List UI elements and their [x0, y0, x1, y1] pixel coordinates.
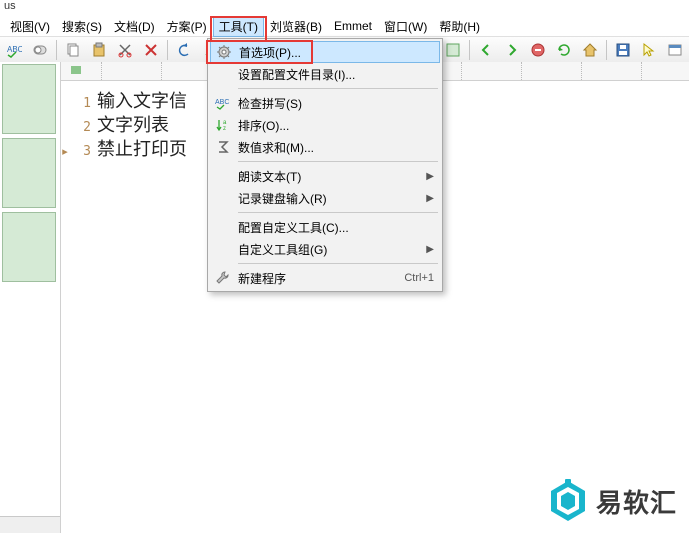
menu-window[interactable]: 窗口(W) — [378, 16, 433, 37]
toolbar-separator — [606, 40, 607, 60]
menu-item-toolgroups[interactable]: 自定义工具组(G) ▶ — [210, 238, 440, 260]
watermark-logo-icon — [548, 479, 588, 523]
prev-button[interactable] — [474, 38, 498, 62]
svg-text:ABC: ABC — [215, 99, 229, 106]
menu-label: 首选项(P)... — [235, 44, 433, 61]
menu-bar: 视图(V) 搜索(S) 文档(D) 方案(P) 工具(T) 刘览器(B) Emm… — [0, 16, 689, 37]
title-text: us — [4, 0, 16, 12]
sigma-icon — [212, 138, 234, 156]
delete-button[interactable] — [139, 38, 163, 62]
save-button[interactable] — [611, 38, 635, 62]
line-number: 1 — [69, 96, 97, 111]
menu-separator — [238, 88, 438, 89]
menu-emmet[interactable]: Emmet — [328, 17, 378, 35]
menu-item-new-program[interactable]: 新建程序 Ctrl+1 — [210, 267, 440, 289]
copy-button[interactable] — [61, 38, 85, 62]
menu-separator — [238, 212, 438, 213]
menu-scheme[interactable]: 方案(P) — [161, 16, 213, 37]
submenu-arrow-icon: ▶ — [426, 244, 434, 255]
menu-tools[interactable]: 工具(T) — [213, 16, 264, 37]
stop-button[interactable] — [526, 38, 550, 62]
watermark: 易软汇 — [548, 479, 677, 523]
toolbar-separator — [469, 40, 470, 60]
tools-dropdown: 首选项(P)... 设置配置文件目录(I)... ABC 检查拼写(S) az … — [207, 38, 443, 292]
thumbnail-panel — [0, 62, 61, 533]
page-thumbnail[interactable] — [2, 212, 56, 282]
svg-text:z: z — [223, 126, 226, 132]
menu-label: 记录键盘输入(R) — [234, 190, 426, 207]
menu-separator — [238, 161, 438, 162]
line-number: 3 — [69, 144, 97, 159]
cut-button[interactable] — [113, 38, 137, 62]
sort-icon: az — [212, 116, 234, 134]
menu-shortcut: Ctrl+1 — [398, 272, 434, 284]
menu-label: 数值求和(M)... — [234, 139, 434, 156]
menu-label: 配置自定义工具(C)... — [234, 219, 434, 236]
submenu-arrow-icon: ▶ — [426, 171, 434, 182]
menu-label: 朗读文本(T) — [234, 168, 426, 185]
menu-label: 自定义工具组(G) — [234, 241, 426, 258]
menu-item-config-dir[interactable]: 设置配置文件目录(I)... — [210, 63, 440, 85]
toolbar-separator — [167, 40, 168, 60]
page-thumbnail[interactable] — [2, 64, 56, 134]
undo-button[interactable] — [172, 38, 196, 62]
menu-item-read-aloud[interactable]: 朗读文本(T) ▶ — [210, 165, 440, 187]
abc-check-icon: ABC — [212, 94, 234, 112]
gear-icon — [213, 43, 235, 61]
thumbnail-scrollbar[interactable] — [0, 516, 60, 533]
menu-doc[interactable]: 文档(D) — [108, 16, 161, 37]
thumbnail-strip — [0, 62, 60, 516]
refresh-button[interactable] — [552, 38, 576, 62]
menu-label: 排序(O)... — [234, 117, 434, 134]
menu-label: 设置配置文件目录(I)... — [234, 66, 434, 83]
watermark-text: 易软汇 — [596, 483, 677, 520]
line-text: 文字列表 — [97, 111, 169, 137]
tool-b-button[interactable] — [441, 38, 465, 62]
menu-item-configure-tools[interactable]: 配置自定义工具(C)... — [210, 216, 440, 238]
line-text: 禁止打印页 — [97, 135, 187, 161]
line-marker: ▸ — [61, 145, 69, 158]
menu-help[interactable]: 帮助(H) — [433, 16, 486, 37]
next-button[interactable] — [500, 38, 524, 62]
panel-button[interactable] — [663, 38, 687, 62]
cursor-button[interactable] — [637, 38, 661, 62]
page-thumbnail[interactable] — [2, 138, 56, 208]
menu-item-spellcheck[interactable]: ABC 检查拼写(S) — [210, 92, 440, 114]
menu-item-sort[interactable]: az 排序(O)... — [210, 114, 440, 136]
ruler-indent-marker[interactable] — [71, 66, 81, 74]
menu-item-sum[interactable]: 数值求和(M)... — [210, 136, 440, 158]
submenu-arrow-icon: ▶ — [426, 193, 434, 204]
wrench-icon — [212, 269, 234, 287]
title-bar: us — [0, 0, 689, 16]
menu-label: 新建程序 — [234, 270, 398, 287]
paste-button[interactable] — [87, 38, 111, 62]
home-button[interactable] — [578, 38, 602, 62]
toolbar-separator — [56, 40, 57, 60]
toggle-button[interactable] — [28, 38, 52, 62]
menu-search[interactable]: 搜索(S) — [56, 16, 108, 37]
spellcheck-button[interactable]: ABC — [2, 38, 26, 62]
menu-browser[interactable]: 刘览器(B) — [264, 16, 328, 37]
menu-separator — [238, 263, 438, 264]
menu-item-record-keyboard[interactable]: 记录键盘输入(R) ▶ — [210, 187, 440, 209]
menu-item-preferences[interactable]: 首选项(P)... — [210, 41, 440, 63]
menu-label: 检查拼写(S) — [234, 95, 434, 112]
menu-view[interactable]: 视图(V) — [4, 16, 56, 37]
line-number: 2 — [69, 120, 97, 135]
line-text: 输入文字信 — [97, 87, 187, 113]
